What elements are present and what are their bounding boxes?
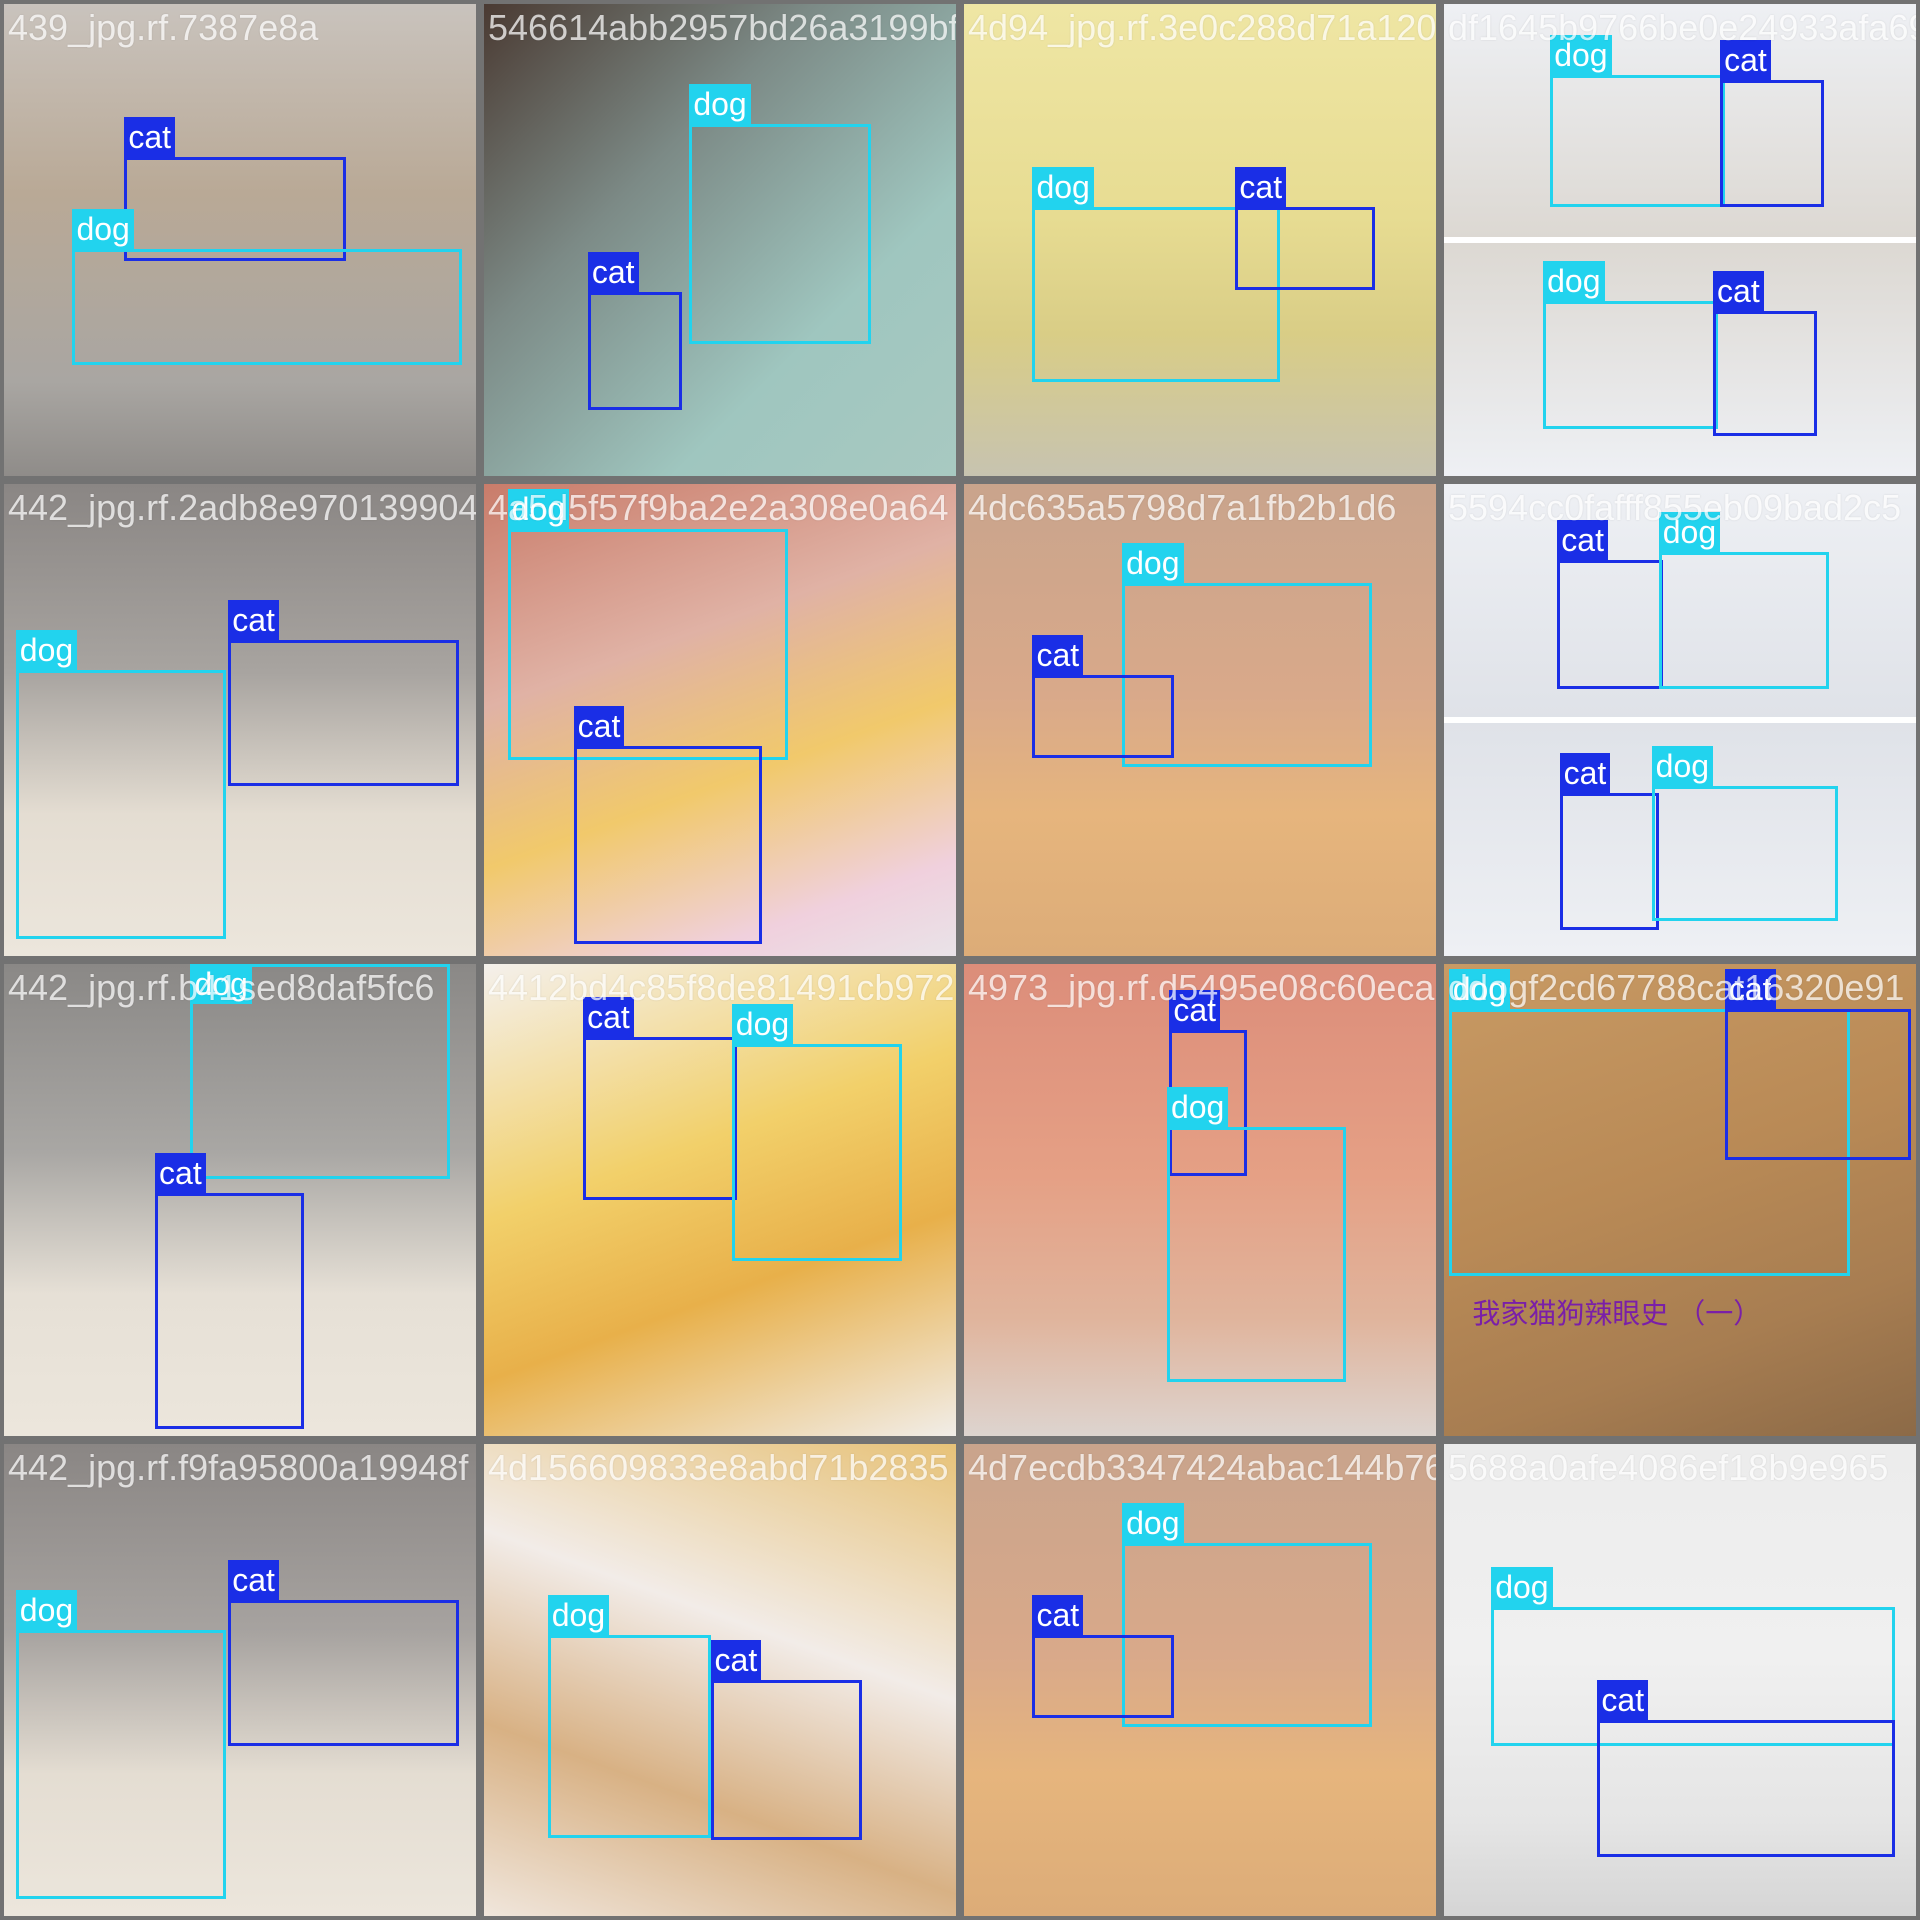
dog-label-tag: dog — [1448, 968, 1511, 1009]
cat-bounding-box — [1032, 1635, 1175, 1718]
dog-label-tag: dog — [15, 630, 78, 671]
cat-label-tag: cat — [124, 117, 176, 158]
dog-bounding-box — [689, 124, 872, 344]
image-tile: 4a5d5f57f9ba2e2a308e0a64 dog cat — [480, 480, 960, 960]
cat-label-tag: cat — [228, 1559, 279, 1600]
dog-bounding-box — [731, 1044, 902, 1262]
dog-bounding-box — [1543, 301, 1718, 429]
dog-label-tag: dog — [1122, 543, 1184, 584]
image-tile: 4973_jpg.rf.d5495e08c60eca cat dog — [960, 960, 1440, 1440]
image-tile: 4d156609833e8abd71b2835 dog cat — [480, 1440, 960, 1920]
cat-label-tag: cat — [1724, 968, 1776, 1009]
cat-bounding-box — [228, 1599, 460, 1747]
image-tile: 442_jpg.rf.f9fa95800a19948f dog cat — [0, 1440, 480, 1920]
dog-bounding-box — [15, 670, 226, 940]
cat-bounding-box — [583, 1037, 737, 1200]
cat-label-tag: cat — [155, 1152, 206, 1193]
cat-label-tag: cat — [1032, 635, 1084, 676]
cat-label-tag: cat — [583, 997, 634, 1038]
cat-bounding-box — [124, 157, 347, 262]
dog-bounding-box — [1166, 1126, 1347, 1382]
cat-label-tag: cat — [1557, 519, 1608, 560]
dog-bounding-box — [1651, 786, 1839, 921]
dog-bounding-box — [507, 528, 789, 761]
image-tile: 439_jpg.rf.7387e8a cat dog — [0, 0, 480, 480]
dog-label-tag: dog — [1651, 746, 1714, 787]
image-tile: 4d94_jpg.rf.3e0c288d71a1207f05e1dogcat — [960, 0, 1440, 480]
image-caption: 我家猫狗辣眼史 （一） — [1472, 1297, 1762, 1331]
dog-label-tag: dog — [72, 209, 134, 250]
dog-bounding-box — [547, 1635, 711, 1839]
image-tile: 442_jpg.rf.b41sed8daf5fc6 dog cat — [0, 960, 480, 1440]
cat-label-tag: cat — [710, 1640, 762, 1680]
cat-bounding-box — [155, 1192, 304, 1429]
cat-bounding-box — [1559, 793, 1659, 931]
cat-bounding-box — [1597, 1720, 1895, 1857]
dog-label-tag: dog — [689, 84, 751, 125]
cat-bounding-box — [1032, 675, 1175, 758]
cat-bounding-box — [587, 291, 683, 410]
cat-label-tag: cat — [1597, 1680, 1649, 1721]
cat-label-tag: cat — [1169, 990, 1220, 1031]
dog-label-tag: dog — [1543, 261, 1605, 302]
detection-mosaic: 439_jpg.rf.7387e8a cat dog 546614abb2957bd2… — [0, 0, 1920, 1920]
dog-label-tag: dog — [1658, 512, 1721, 553]
image-tile: 5594cc0fafff855eb09bad2c5 cat dog cat dog — [1440, 480, 1920, 960]
cat-label-tag: cat — [1559, 753, 1611, 794]
image-tile: 4dc635a5798d7a1fb2b1d6 dog cat — [960, 480, 1440, 960]
cat-bounding-box — [1720, 79, 1824, 207]
cat-bounding-box — [573, 745, 763, 945]
cat-bounding-box — [710, 1680, 862, 1841]
dog-label-tag: dog — [15, 1590, 78, 1631]
cat-label-tag: cat — [1235, 166, 1287, 207]
dog-label-tag: dog — [1122, 1503, 1184, 1544]
cat-label-tag: cat — [1032, 1595, 1084, 1636]
cat-label-tag: cat — [1713, 270, 1764, 311]
dog-bounding-box — [72, 249, 462, 366]
dog-label-tag: dog — [1550, 34, 1612, 75]
dog-label-tag: dog — [1166, 1086, 1229, 1127]
dog-label-tag: dog — [731, 1004, 794, 1045]
dog-label-tag: dog — [547, 1595, 610, 1636]
cat-bounding-box — [1713, 310, 1817, 436]
cat-bounding-box — [1557, 559, 1664, 690]
cat-label-tag: cat — [587, 251, 639, 292]
cat-label-tag: cat — [1720, 39, 1771, 80]
image-tile: 546614abb2957bd26a3199bf76974f...dogcat — [480, 0, 960, 480]
dog-bounding-box — [15, 1630, 226, 1900]
dog-bounding-box — [1550, 74, 1725, 207]
dog-label-tag: dog — [190, 964, 252, 1004]
collage-divider — [1444, 237, 1916, 243]
dog-label-tag: dog — [1032, 166, 1094, 207]
image-tile: ddogf2cd67788cat16320e91 我家猫狗辣眼史 （一） dog ca… — [1440, 960, 1920, 1440]
cat-bounding-box — [1724, 1008, 1912, 1160]
collage-divider — [1444, 717, 1916, 723]
cat-label-tag: cat — [228, 599, 279, 640]
image-tile: 5688a0afe4086ef18b9e965 dog cat — [1440, 1440, 1920, 1920]
dog-label-tag: dog — [1491, 1566, 1553, 1607]
image-tile: df1645b9766be0e24933afa692 dog cat dog cat — [1440, 0, 1920, 480]
cat-bounding-box — [1235, 206, 1375, 290]
dog-bounding-box — [1658, 552, 1829, 690]
cat-label-tag: cat — [573, 705, 625, 746]
cat-bounding-box — [228, 639, 460, 787]
dog-label-tag: dog — [507, 488, 569, 529]
image-tile: 442_jpg.rf.2adb8e970139904 dog cat — [0, 480, 480, 960]
image-tile: 4412bd4c85f8de81491cb9727 cat dog — [480, 960, 960, 1440]
image-tile: 4d7ecdb3347424abac144b76 dog cat — [960, 1440, 1440, 1920]
